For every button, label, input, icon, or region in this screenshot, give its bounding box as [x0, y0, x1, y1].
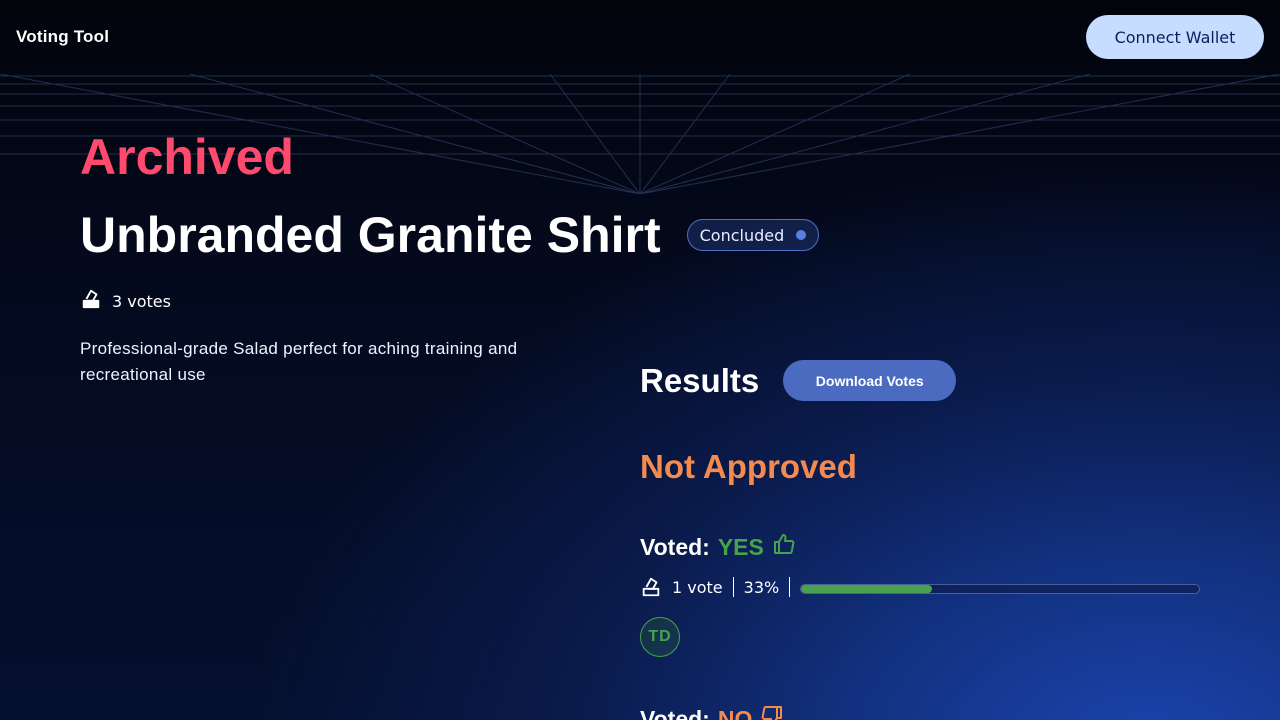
top-bar: Voting Tool Connect Wallet — [0, 0, 1280, 74]
voted-no-label: Voted: — [640, 705, 710, 720]
outcome-label: Not Approved — [640, 448, 857, 485]
ballot-box-icon — [80, 288, 102, 314]
status-badge-label: Concluded — [699, 225, 785, 245]
ballot-box-icon — [640, 576, 662, 598]
total-votes: 3 votes — [80, 288, 171, 314]
yes-tally: 1 vote 33% — [640, 576, 800, 598]
results-header: Results Download Votes — [640, 360, 957, 401]
yes-progress-fill — [801, 585, 933, 593]
connect-wallet-button[interactable]: Connect Wallet — [1086, 15, 1264, 59]
no-choice: NO — [717, 705, 753, 720]
divider — [732, 577, 734, 597]
yes-vote-percent: 33% — [743, 577, 780, 597]
results-heading: Results — [640, 361, 760, 399]
thumbs-up-icon — [772, 532, 796, 562]
voter-avatar[interactable]: TD — [640, 617, 680, 657]
voted-yes-label: Voted: — [640, 533, 710, 560]
status-badge: Concluded — [686, 219, 820, 251]
proposal-description: Professional-grade Salad perfect for ach… — [80, 339, 518, 384]
total-votes-label: 3 votes — [112, 291, 171, 311]
voted-yes-heading: Voted: YES — [640, 532, 796, 562]
thumbs-down-icon — [760, 704, 784, 720]
proposal-title-row: Unbranded Granite Shirt Concluded — [80, 206, 820, 264]
download-votes-button[interactable]: Download Votes — [783, 360, 957, 401]
yes-vote-count: 1 vote — [672, 577, 723, 597]
proposal-title: Unbranded Granite Shirt — [80, 207, 661, 263]
status-dot-icon — [796, 230, 807, 240]
voted-no-heading: Voted: NO — [640, 704, 784, 720]
proposal-status-heading: Archived — [80, 129, 294, 185]
yes-progress-bar — [800, 584, 1200, 594]
app-title[interactable]: Voting Tool — [16, 27, 109, 47]
divider — [789, 577, 791, 597]
yes-choice: YES — [717, 533, 764, 560]
